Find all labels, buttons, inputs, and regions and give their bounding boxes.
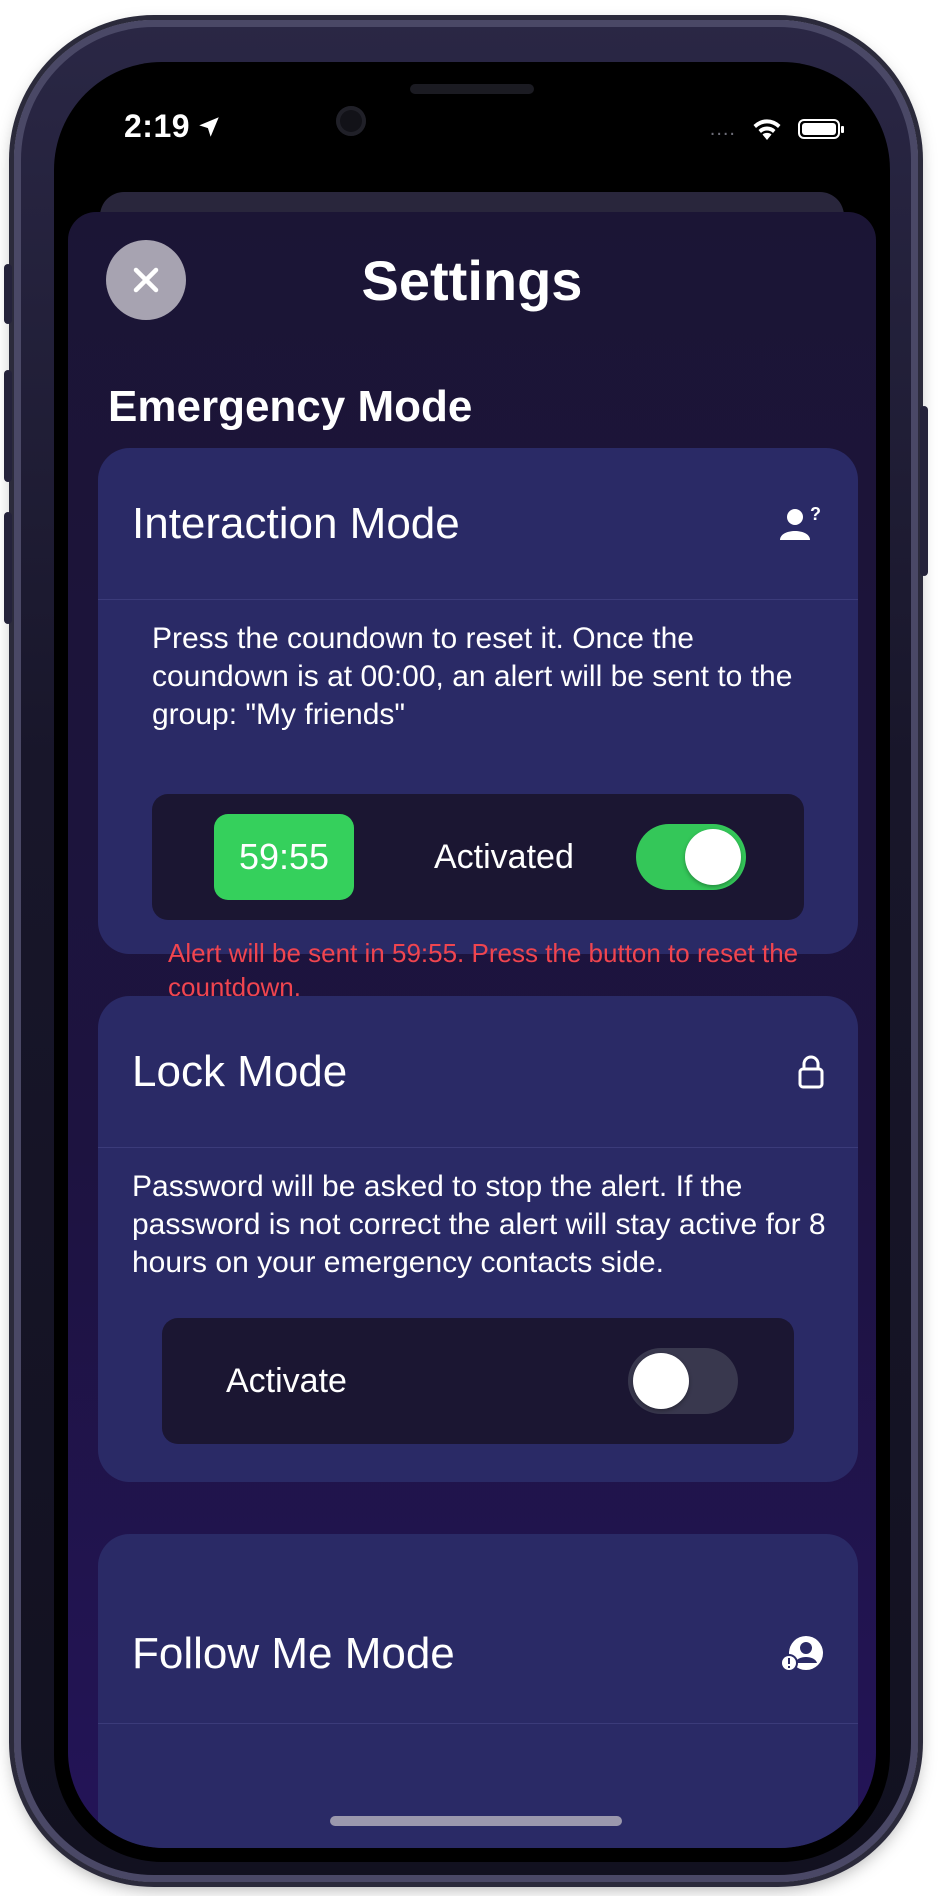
lock-icon[interactable] bbox=[798, 1054, 824, 1090]
lock-control-row: Activate bbox=[162, 1318, 794, 1444]
location-arrow-icon bbox=[199, 116, 219, 137]
phone-frame: 2:19 .... Settings Emergency Mode Intera… bbox=[4, 20, 928, 1882]
toggle-knob bbox=[633, 1353, 689, 1409]
status-indicators: .... bbox=[709, 116, 844, 142]
volume-up-button bbox=[4, 370, 12, 482]
section-title: Emergency Mode bbox=[108, 382, 473, 431]
activate-label: Activate bbox=[226, 1362, 347, 1400]
front-camera bbox=[336, 106, 366, 136]
status-time: 2:19 bbox=[124, 108, 222, 145]
lock-mode-toggle[interactable] bbox=[628, 1348, 738, 1414]
lock-description: Password will be asked to stop the alert… bbox=[132, 1170, 826, 1279]
interaction-card-title: Interaction Mode bbox=[132, 498, 460, 548]
interaction-mode-card: Interaction Mode ? Press the coundown to… bbox=[98, 448, 858, 1002]
wifi-icon bbox=[753, 119, 781, 140]
battery-icon bbox=[798, 119, 844, 139]
lock-mode-card: Lock Mode Password will be asked to stop… bbox=[98, 996, 858, 1482]
interaction-mode-toggle[interactable] bbox=[636, 824, 746, 890]
settings-sheet: Settings Emergency Mode Interaction Mode… bbox=[68, 212, 876, 1848]
home-indicator[interactable] bbox=[330, 1816, 622, 1826]
bezel: 2:19 .... Settings Emergency Mode Intera… bbox=[54, 62, 890, 1862]
volume-down-button bbox=[4, 512, 12, 624]
person-alert-icon[interactable] bbox=[780, 1633, 824, 1675]
toggle-knob bbox=[685, 829, 741, 885]
follow-card-title: Follow Me Mode bbox=[132, 1628, 455, 1678]
lock-card-header: Lock Mode bbox=[98, 996, 858, 1148]
countdown-warning: Alert will be sent in 59:55. Press the b… bbox=[168, 938, 799, 1002]
page-title: Settings bbox=[361, 249, 583, 312]
svg-text:?: ? bbox=[810, 504, 821, 524]
silent-switch bbox=[4, 264, 12, 324]
interaction-card-header: Interaction Mode ? bbox=[98, 448, 858, 600]
signal-dots: .... bbox=[709, 117, 736, 140]
follow-me-mode-card: Follow Me Mode bbox=[98, 1534, 858, 1848]
activated-label: Activated bbox=[434, 838, 574, 876]
notch bbox=[314, 76, 630, 170]
interaction-control-row: 59:55 Activated bbox=[152, 794, 804, 920]
lock-card-title: Lock Mode bbox=[132, 1046, 348, 1096]
screen: 2:19 .... Settings Emergency Mode Intera… bbox=[68, 76, 876, 1848]
person-question-icon[interactable]: ? bbox=[780, 504, 824, 544]
follow-card-header: Follow Me Mode bbox=[98, 1534, 858, 1724]
power-button bbox=[920, 406, 928, 576]
time-text: 2:19 bbox=[124, 108, 191, 144]
countdown-reset-button[interactable]: 59:55 bbox=[214, 814, 354, 900]
interaction-description: Press the coundown to reset it. Once the… bbox=[152, 622, 793, 731]
speaker bbox=[410, 84, 534, 94]
